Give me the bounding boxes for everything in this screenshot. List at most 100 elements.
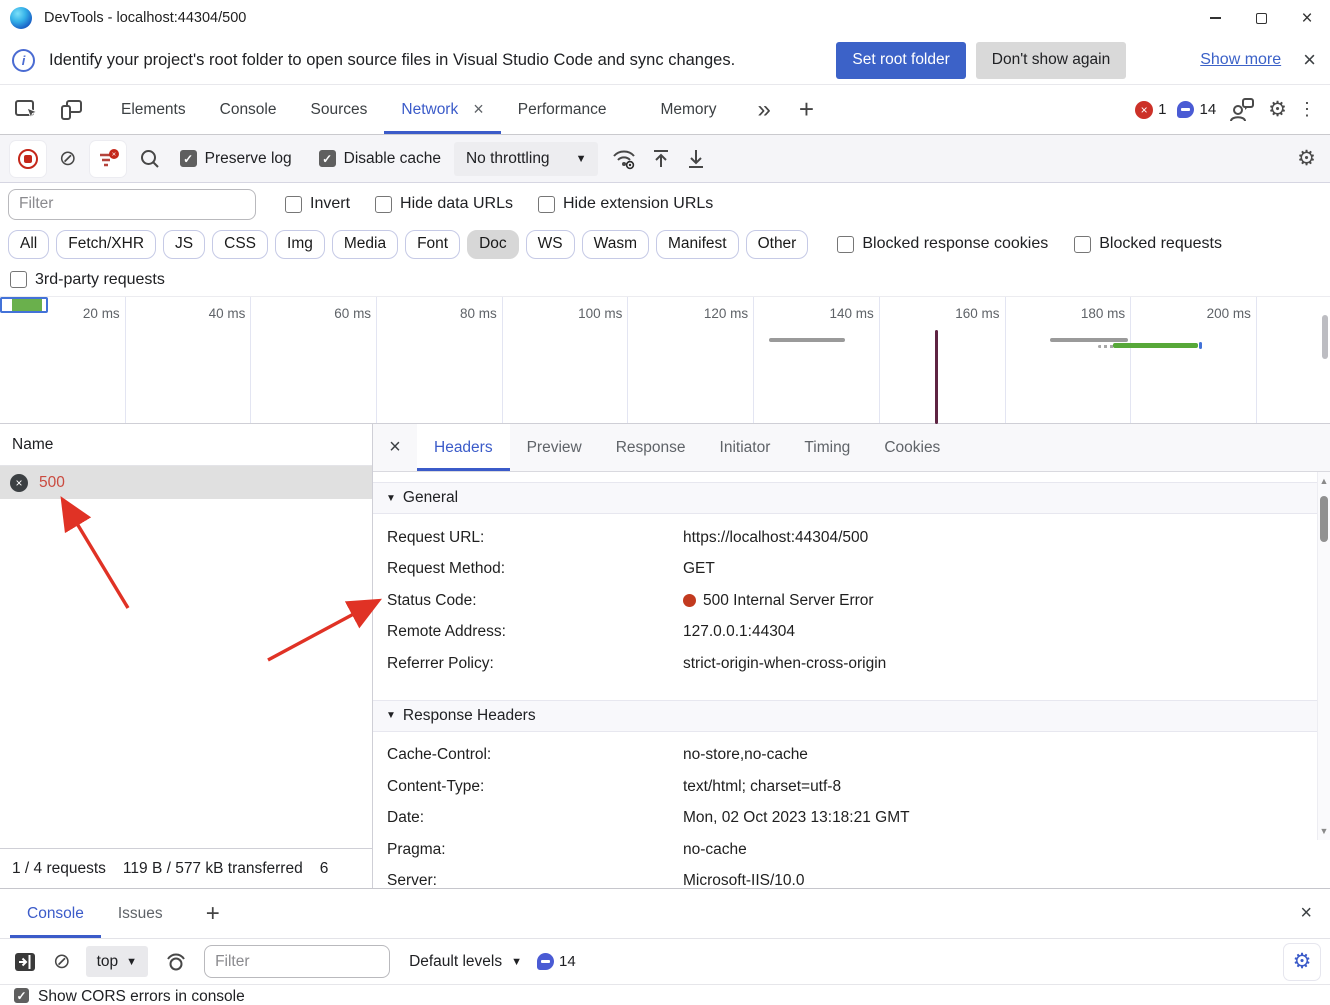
show-more-link[interactable]: Show more xyxy=(1200,51,1281,69)
scroll-up-icon[interactable]: ▲ xyxy=(1318,476,1330,486)
tab-console[interactable]: Console xyxy=(203,85,294,134)
network-filter-row: Invert Hide data URLs Hide extension URL… xyxy=(0,183,1330,225)
close-window-button[interactable]: × xyxy=(1284,0,1330,36)
blocked-response-cookies-checkbox[interactable] xyxy=(837,236,854,253)
add-tab-icon[interactable]: + xyxy=(799,94,814,125)
scroll-down-icon[interactable]: ▼ xyxy=(1318,826,1330,836)
network-filter-input[interactable] xyxy=(8,189,256,220)
search-network-icon[interactable] xyxy=(139,148,161,170)
details-tab-initiator[interactable]: Initiator xyxy=(703,424,788,471)
import-har-icon[interactable] xyxy=(650,147,672,171)
type-filter-img[interactable]: Img xyxy=(275,230,325,259)
devtools-window: DevTools - localhost:44304/500 × i Ident… xyxy=(0,0,1330,1005)
details-tab-bar: × Headers Preview Response Initiator Tim… xyxy=(373,424,1330,472)
settings-gear-icon[interactable]: ⚙ xyxy=(1268,99,1287,120)
type-filter-fetch-xhr[interactable]: Fetch/XHR xyxy=(56,230,156,259)
details-tab-timing[interactable]: Timing xyxy=(787,424,867,471)
details-tab-cookies[interactable]: Cookies xyxy=(867,424,957,471)
hide-data-urls-checkbox[interactable] xyxy=(375,196,392,213)
timeline-tick: 200 ms xyxy=(1131,297,1257,423)
network-overview-timeline[interactable]: 20 ms 40 ms 60 ms 80 ms 100 ms 120 ms 14… xyxy=(0,297,1330,424)
console-messages-badge[interactable]: 14 xyxy=(537,953,576,970)
hide-extension-urls-checkbox[interactable] xyxy=(538,196,555,213)
timeline-scrollbar-thumb[interactable] xyxy=(1322,315,1328,359)
drawer-tab-console[interactable]: Console xyxy=(10,889,101,938)
tab-network[interactable]: Network × xyxy=(384,85,500,134)
type-filter-media[interactable]: Media xyxy=(332,230,398,259)
live-expression-eye-icon[interactable] xyxy=(163,950,189,974)
details-tab-response[interactable]: Response xyxy=(599,424,703,471)
error-count-badge[interactable]: × 1 xyxy=(1135,101,1166,119)
network-settings-gear-icon[interactable]: ⚙ xyxy=(1297,148,1316,169)
details-tab-preview[interactable]: Preview xyxy=(510,424,599,471)
show-cors-errors-checkbox[interactable] xyxy=(14,988,29,1003)
third-party-option: 3rd-party requests xyxy=(10,271,165,289)
type-filter-other[interactable]: Other xyxy=(746,230,809,259)
more-tabs-icon[interactable]: » xyxy=(757,96,770,124)
scrollbar-thumb[interactable] xyxy=(1320,496,1328,542)
response-headers-section-header[interactable]: ▼ Response Headers xyxy=(373,700,1317,732)
console-sidebar-icon[interactable] xyxy=(12,950,38,974)
disable-cache-checkbox[interactable] xyxy=(319,150,336,167)
clear-console-icon[interactable]: ⊘ xyxy=(53,951,71,972)
log-levels-dropdown[interactable]: Default levels ▼ xyxy=(409,953,522,971)
console-filter-input[interactable] xyxy=(204,945,390,978)
details-close-icon[interactable]: × xyxy=(373,424,417,471)
network-toolbar: ⊘ × Preserve log Disable cache No thrott… xyxy=(0,135,1330,183)
type-filter-ws[interactable]: WS xyxy=(526,230,575,259)
type-filter-wasm[interactable]: Wasm xyxy=(582,230,649,259)
set-root-folder-button[interactable]: Set root folder xyxy=(836,42,965,79)
drawer-add-tab-icon[interactable]: + xyxy=(206,900,220,928)
hide-extension-urls-option: Hide extension URLs xyxy=(538,195,713,213)
invert-checkbox[interactable] xyxy=(285,196,302,213)
header-row: Cache-Control: no-store,no-cache xyxy=(373,740,1317,772)
infobar-close-icon[interactable]: × xyxy=(1303,47,1316,73)
type-filter-manifest[interactable]: Manifest xyxy=(656,230,739,259)
export-har-icon[interactable] xyxy=(685,147,707,171)
feedback-icon[interactable] xyxy=(1227,95,1257,125)
request-row-500[interactable]: × 500 xyxy=(0,466,372,499)
tab-elements[interactable]: Elements xyxy=(104,85,203,134)
inspect-element-icon[interactable] xyxy=(12,95,42,125)
record-network-log-icon[interactable] xyxy=(10,141,46,177)
blocked-requests-checkbox[interactable] xyxy=(1074,236,1091,253)
request-name: 500 xyxy=(39,474,65,492)
tab-network-close-icon[interactable]: × xyxy=(473,99,484,120)
details-tab-headers[interactable]: Headers xyxy=(417,424,510,471)
header-row: Request URL: https://localhost:44304/500 xyxy=(373,522,1317,554)
timeline-tick: 120 ms xyxy=(628,297,754,423)
chevron-down-icon: ▼ xyxy=(126,956,137,968)
tab-performance[interactable]: Performance xyxy=(501,85,624,134)
console-settings-gear-icon[interactable]: ⚙ xyxy=(1284,944,1320,980)
type-filter-doc[interactable]: Doc xyxy=(467,230,519,259)
type-filter-font[interactable]: Font xyxy=(405,230,460,259)
type-filter-all[interactable]: All xyxy=(8,230,49,259)
network-conditions-icon[interactable] xyxy=(611,147,637,171)
timeline-tick: 180 ms xyxy=(1006,297,1132,423)
maximize-button[interactable] xyxy=(1238,0,1284,36)
name-column-header[interactable]: Name xyxy=(0,424,372,466)
waterfall-gray-bar-2 xyxy=(1050,338,1128,342)
filter-network-icon[interactable]: × xyxy=(90,141,126,177)
type-filter-js[interactable]: JS xyxy=(163,230,205,259)
tab-sources[interactable]: Sources xyxy=(294,85,385,134)
type-filter-css[interactable]: CSS xyxy=(212,230,268,259)
drawer-close-icon[interactable]: × xyxy=(1300,902,1312,925)
edge-logo-icon xyxy=(10,7,32,29)
drawer-tab-issues[interactable]: Issues xyxy=(101,889,180,938)
dont-show-again-button[interactable]: Don't show again xyxy=(976,42,1126,79)
minimize-button[interactable] xyxy=(1192,0,1238,36)
issues-count-badge[interactable]: 14 xyxy=(1177,101,1216,118)
throttling-dropdown[interactable]: No throttling ▼ xyxy=(454,142,598,176)
third-party-checkbox[interactable] xyxy=(10,271,27,288)
details-scrollbar[interactable]: ▲ ▼ xyxy=(1317,472,1330,840)
javascript-context-dropdown[interactable]: top ▼ xyxy=(86,946,148,977)
general-section-header[interactable]: ▼ General xyxy=(373,482,1317,514)
preserve-log-checkbox[interactable] xyxy=(180,150,197,167)
clear-network-log-icon[interactable]: ⊘ xyxy=(59,148,77,169)
timeline-tick: 60 ms xyxy=(251,297,377,423)
tab-memory[interactable]: Memory xyxy=(643,85,733,134)
drawer-tab-bar: Console Issues + × xyxy=(0,889,1330,939)
overflow-menu-icon[interactable]: ⋮ xyxy=(1298,99,1316,120)
device-toolbar-icon[interactable] xyxy=(56,95,86,125)
